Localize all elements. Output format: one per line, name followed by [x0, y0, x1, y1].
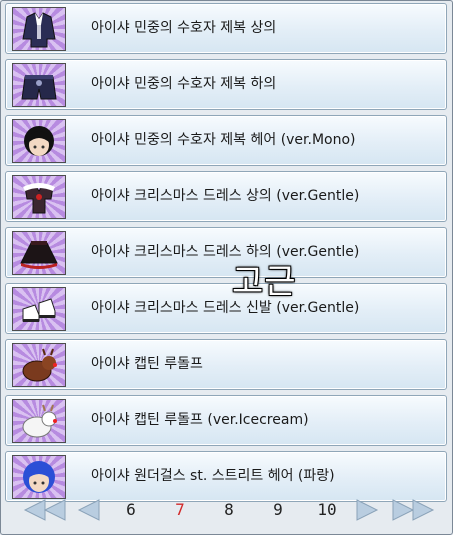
list-item[interactable]: 아이샤 크리스마스 드레스 상의 (ver.Gentle)	[5, 171, 447, 222]
item-label: 아이샤 크리스마스 드레스 신발 (ver.Gentle)	[91, 300, 360, 316]
christmas-dress-skirt-icon	[12, 231, 66, 275]
item-label: 아이샤 크리스마스 드레스 하의 (ver.Gentle)	[91, 244, 360, 260]
list-item[interactable]: 아이샤 크리스마스 드레스 신발 (ver.Gentle)	[5, 283, 447, 334]
item-list: 아이샤 민중의 수호자 제복 상의 아이샤 민중의 수호자 제복 하의 아이샤 …	[5, 3, 447, 507]
page-10[interactable]: 10	[312, 498, 342, 522]
page-6[interactable]: 6	[116, 498, 146, 522]
police-uniform-bottom-icon	[12, 63, 66, 107]
item-label: 아이샤 민중의 수호자 제복 하의	[91, 76, 277, 92]
item-label: 아이샤 캡틴 루돌프	[91, 356, 203, 372]
christmas-shoes-icon	[12, 287, 66, 331]
white-reindeer-icon	[12, 399, 66, 443]
list-item[interactable]: 아이샤 민중의 수호자 제복 상의	[5, 3, 447, 54]
item-label: 아이샤 크리스마스 드레스 상의 (ver.Gentle)	[91, 188, 360, 204]
pagination: 6 7 8 9 10	[5, 490, 447, 530]
list-item[interactable]: 아이샤 민중의 수호자 제복 헤어 (ver.Mono)	[5, 115, 447, 166]
police-uniform-top-icon	[12, 7, 66, 51]
christmas-dress-top-icon	[12, 175, 66, 219]
page-7-current[interactable]: 7	[165, 498, 195, 522]
previous-page-icon[interactable]	[77, 498, 101, 522]
list-item[interactable]: 아이샤 민중의 수호자 제복 하의	[5, 59, 447, 110]
page-8[interactable]: 8	[214, 498, 244, 522]
last-page-icon[interactable]	[391, 498, 435, 522]
first-page-icon[interactable]	[23, 498, 67, 522]
item-label: 아이샤 민중의 수호자 제복 헤어 (ver.Mono)	[91, 132, 356, 148]
next-page-icon[interactable]	[355, 498, 379, 522]
page-9[interactable]: 9	[263, 498, 293, 522]
item-label: 아이샤 민중의 수호자 제복 상의	[91, 20, 277, 36]
black-hair-icon	[12, 119, 66, 163]
list-item[interactable]: 아이샤 캡틴 루돌프	[5, 339, 447, 390]
item-label: 아이샤 캡틴 루돌프 (ver.Icecream)	[91, 412, 309, 428]
list-item[interactable]: 아이샤 캡틴 루돌프 (ver.Icecream)	[5, 395, 447, 446]
list-item[interactable]: 아이샤 크리스마스 드레스 하의 (ver.Gentle)	[5, 227, 447, 278]
reindeer-icon	[12, 343, 66, 387]
